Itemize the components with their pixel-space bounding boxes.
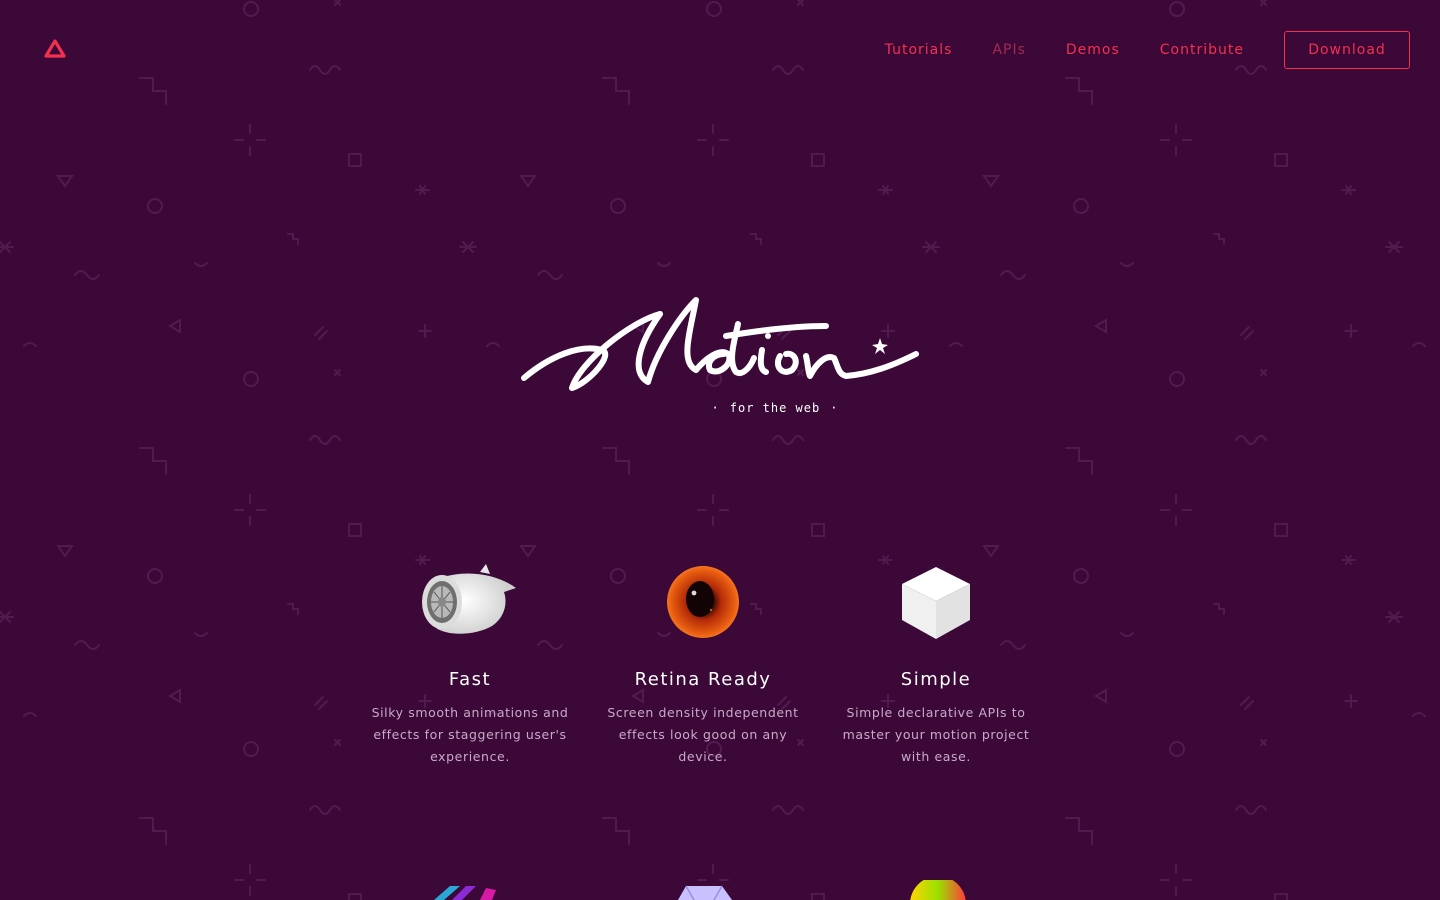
tagline-dot-right: · (830, 401, 839, 415)
feature-description: Simple declarative APIs to master your m… (842, 705, 1030, 764)
feature-retina-ready: Retina Ready Screen density independent … (603, 560, 803, 768)
nav-apis-link[interactable]: APIs (992, 42, 1025, 58)
hero-tagline: · for the web · (0, 401, 1440, 415)
color-wheel-icon (910, 880, 966, 900)
feature-title: Fast (448, 669, 492, 690)
eye-icon (667, 566, 739, 638)
bars-icon (434, 886, 496, 900)
feature-fast: Fast Silky smooth animations and effects… (370, 560, 570, 768)
nav-demos-link[interactable]: Demos (1066, 42, 1120, 58)
feature-simple: Simple Simple declarative APIs to master… (836, 560, 1036, 768)
top-nav: Tutorials APIs Demos Contribute Download (885, 30, 1410, 70)
gem-icon (678, 885, 732, 900)
motion-wordmark-logo (521, 297, 919, 391)
feature-description: Silky smooth animations and effects for … (371, 705, 569, 764)
triangle-logo-icon[interactable] (43, 38, 67, 60)
tagline-text: for the web (729, 401, 821, 415)
feature-title: Retina Ready (634, 669, 772, 690)
download-button[interactable]: Download (1284, 31, 1410, 69)
page: Tutorials APIs Demos Contribute Download… (0, 0, 1440, 900)
nav-tutorials-link[interactable]: Tutorials (885, 42, 953, 58)
jet-engine-icon (422, 564, 516, 634)
feature-title: Simple (900, 669, 972, 690)
feature-description: Screen density independent effects look … (607, 705, 799, 764)
cube-icon (902, 567, 970, 639)
tagline-dot-left: · (711, 401, 720, 415)
nav-contribute-link[interactable]: Contribute (1160, 42, 1244, 58)
